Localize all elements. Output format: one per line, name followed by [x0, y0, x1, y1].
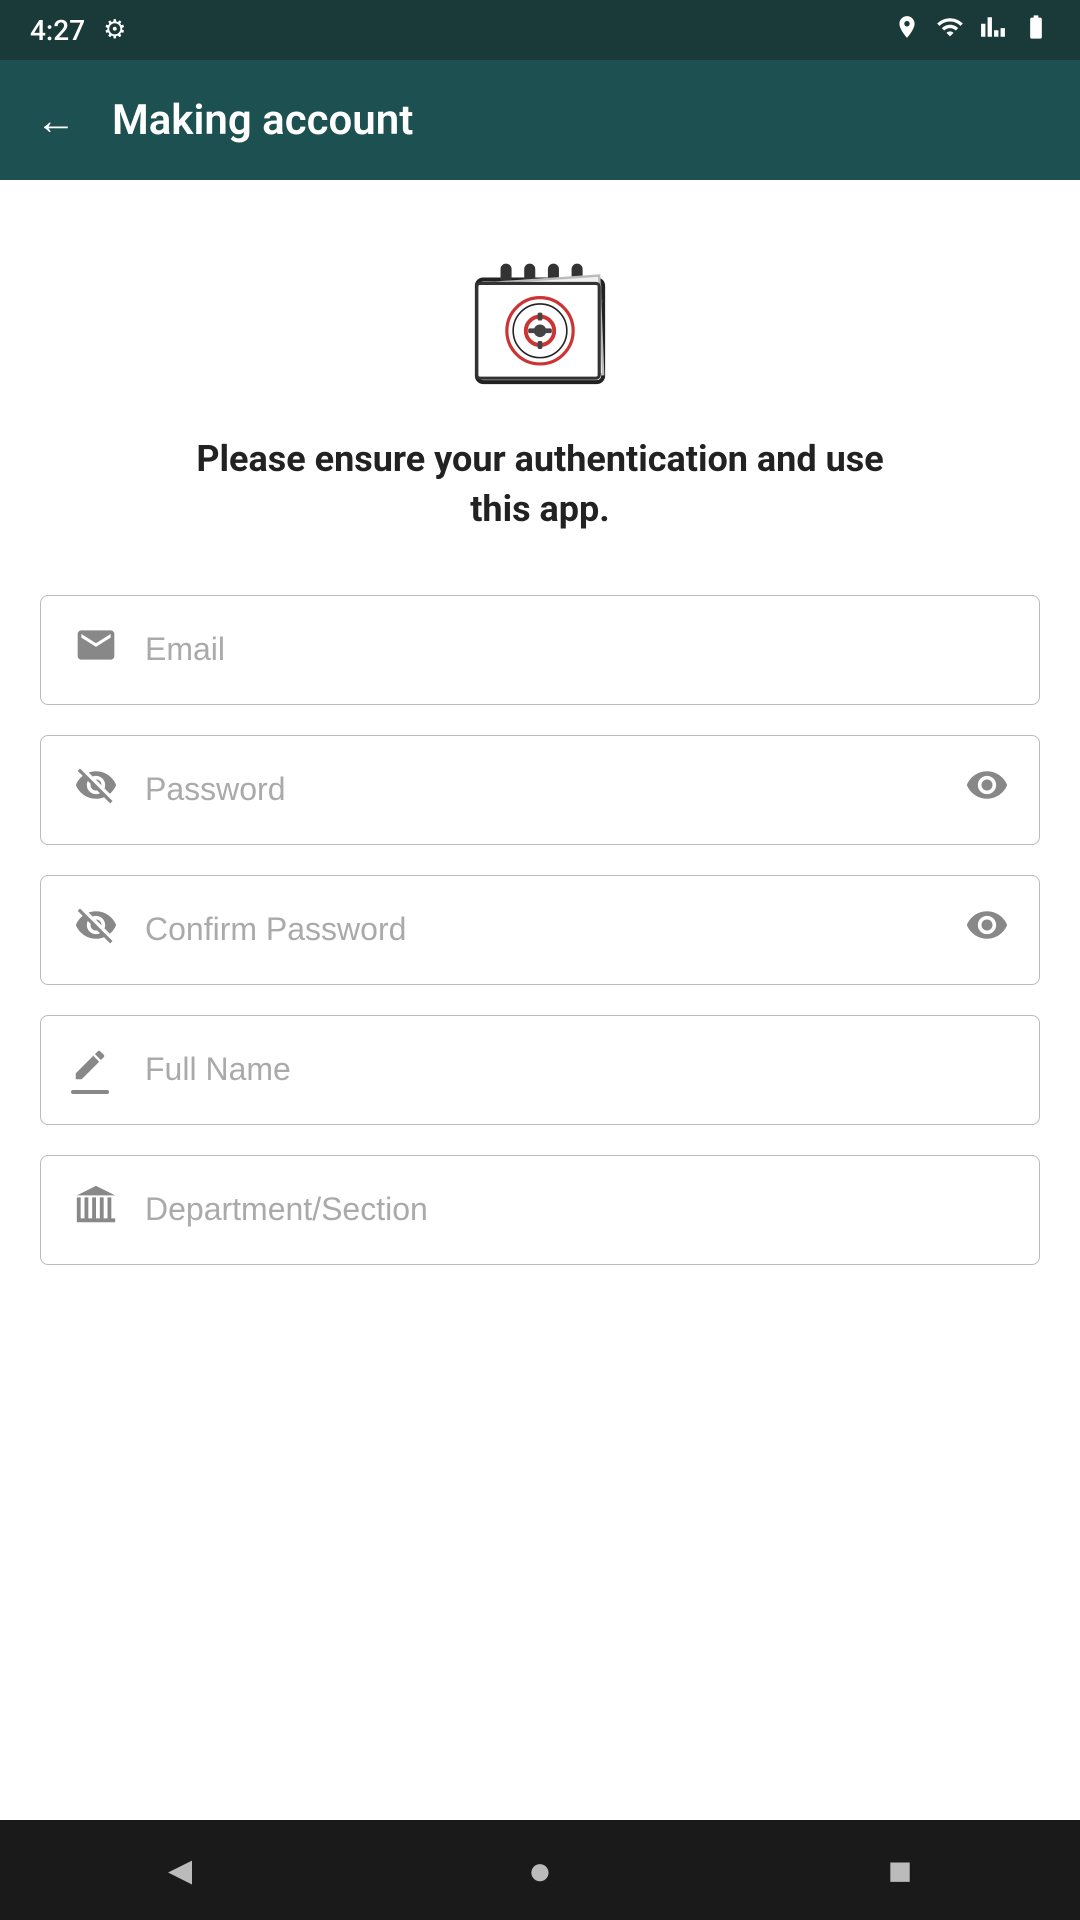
nav-recents-button[interactable]: ■ [860, 1830, 940, 1910]
app-icon [460, 240, 620, 394]
signal-icon [980, 14, 1006, 46]
confirm-password-eye-off-icon [71, 903, 121, 956]
status-time: 4:27 [30, 14, 85, 47]
nav-bar: ◄ ● ■ [0, 1820, 1080, 1920]
department-field-container [40, 1155, 1040, 1265]
email-input[interactable] [145, 631, 1009, 668]
password-eye-off-icon [71, 763, 121, 816]
nav-back-button[interactable]: ◄ [140, 1830, 220, 1910]
back-button[interactable]: ← [36, 97, 76, 144]
app-bar: ← Making account [0, 60, 1080, 180]
page-title: Making account [112, 96, 413, 145]
email-icon [71, 623, 121, 676]
password-field-container [40, 735, 1040, 845]
calendar-icon [460, 240, 620, 390]
password-toggle-eye-icon[interactable] [965, 763, 1009, 816]
gear-icon: ⚙ [103, 15, 126, 45]
subtitle-text: Please ensure your authentication and us… [180, 434, 900, 535]
confirm-password-toggle-eye-icon[interactable] [965, 903, 1009, 956]
status-bar-left: 4:27 ⚙ [30, 14, 126, 47]
full-name-field-container [40, 1015, 1040, 1125]
status-bar-right [894, 13, 1050, 47]
department-input[interactable] [145, 1191, 1009, 1228]
pencil-icon [71, 1046, 121, 1094]
email-field-container [40, 595, 1040, 705]
password-input[interactable] [145, 771, 941, 808]
status-bar: 4:27 ⚙ [0, 0, 1080, 60]
battery-icon [1022, 13, 1050, 47]
form-container [40, 595, 1040, 1265]
wifi-icon [936, 13, 964, 47]
building-icon [71, 1182, 121, 1237]
location-icon [894, 14, 920, 46]
full-name-input[interactable] [145, 1051, 1009, 1088]
nav-home-button[interactable]: ● [500, 1830, 580, 1910]
confirm-password-field-container [40, 875, 1040, 985]
confirm-password-input[interactable] [145, 911, 941, 948]
main-content: Please ensure your authentication and us… [0, 180, 1080, 1820]
